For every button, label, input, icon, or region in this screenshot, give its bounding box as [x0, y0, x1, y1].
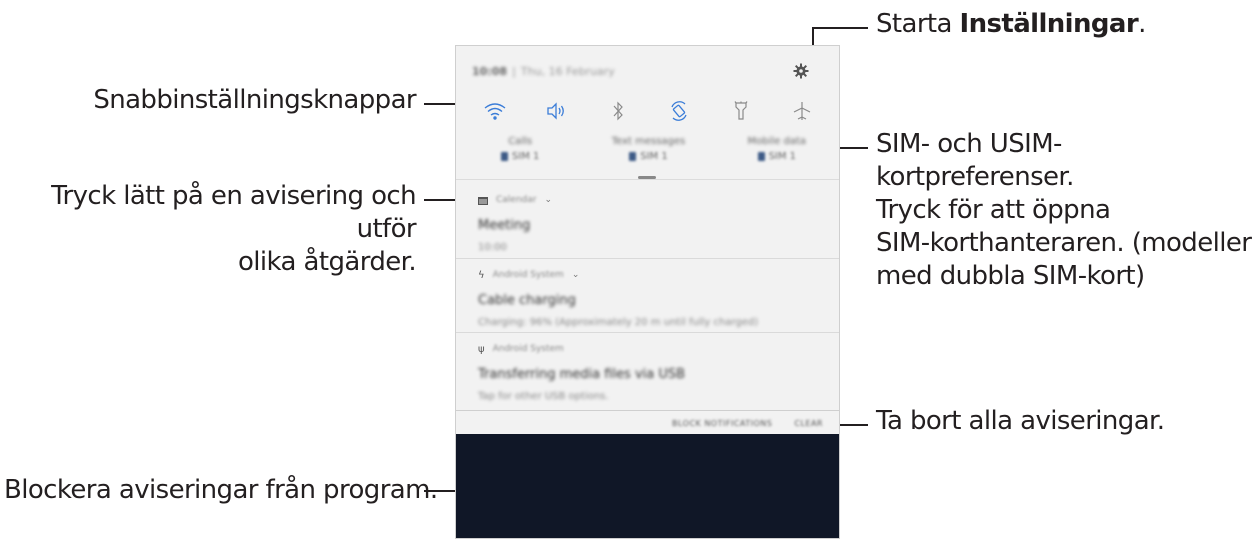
sim-pref-text-messages[interactable]: Text messages SIM 1 [593, 136, 703, 162]
notification-body: Tap for other USB options. [478, 391, 609, 402]
calendar-icon [478, 196, 488, 205]
status-time: 10:08 [472, 65, 508, 78]
tap-notification-callout: Tryck lätt på en avisering och utför oli… [0, 180, 417, 279]
notification-actions-row: BLOCK NOTIFICATIONS CLEAR [456, 411, 839, 435]
airplane-icon[interactable] [787, 96, 817, 126]
notification-app-name: Android System [492, 344, 564, 354]
notification-app-row: Calendar ⌄ [478, 190, 823, 210]
notification-item[interactable]: ϟ Android System ⌄ Cable charging Chargi… [456, 259, 839, 333]
sim-pref-mobile-data[interactable]: Mobile data SIM 1 [722, 136, 832, 162]
sim-card-icon [629, 152, 637, 161]
notification-app-row: ψ Android System [478, 339, 823, 359]
settings-callout: Starta Inställningar. [876, 8, 1146, 41]
quick-settings-row [456, 93, 839, 129]
sim-card-icon [757, 152, 765, 161]
settings-callout-suffix: . [1138, 9, 1146, 39]
notification-title: Meeting [478, 218, 531, 233]
block-callout: Blockera aviseringar från program. [4, 474, 438, 507]
status-row: 10:08 | Thu, 16 February [472, 60, 832, 80]
home-screen-background [456, 434, 839, 538]
sim-pref-value: SIM 1 [500, 151, 540, 162]
sim-pref-value-text: SIM 1 [511, 151, 540, 162]
usb-icon: ψ [478, 343, 485, 355]
notification-app-name: Calendar [496, 195, 537, 205]
status-divider: | [512, 65, 516, 78]
clear-all-callout-text: Ta bort alla aviseringar. [876, 406, 1165, 436]
sim-pref-label: Mobile data [747, 136, 807, 147]
sim-pref-value: SIM 1 [629, 151, 668, 162]
notification-title: Transferring media files via USB [478, 367, 686, 382]
quick-settings-callout: Snabbinställningsknappar [90, 84, 416, 117]
tap-notification-callout-line-2: olika åtgärder. [237, 247, 417, 277]
notification-item[interactable]: Calendar ⌄ Meeting 10:00 [456, 184, 839, 259]
sim-pref-label: Text messages [611, 136, 686, 147]
charging-bolt-icon: ϟ [478, 269, 485, 281]
clear-button[interactable]: CLEAR [794, 419, 823, 428]
notification-panel: 10:08 | Thu, 16 February Calls SIM 1 Tex… [455, 45, 840, 539]
sim-pref-value-text: SIM 1 [768, 151, 797, 162]
chevron-down-icon[interactable]: ⌄ [544, 195, 552, 205]
settings-leader-line [812, 27, 868, 29]
sound-icon[interactable] [541, 96, 571, 126]
bluetooth-icon[interactable] [603, 96, 633, 126]
sim-card-icon [500, 152, 508, 161]
sim-callout-line-4: med dubbla SIM-kort) [876, 261, 1145, 291]
clear-all-callout: Ta bort alla aviseringar. [876, 405, 1165, 438]
block-callout-text: Blockera aviseringar från program. [4, 475, 438, 505]
sim-callout: SIM- och USIM-kortpreferenser. Tryck för… [876, 128, 1256, 293]
notification-body: Charging: 96% (Approximately 20 m until … [478, 317, 759, 328]
notification-app-row: ϟ Android System ⌄ [478, 265, 823, 285]
wifi-icon[interactable] [480, 96, 510, 126]
chevron-down-icon[interactable]: ⌄ [572, 270, 580, 280]
block-notifications-button[interactable]: BLOCK NOTIFICATIONS [672, 419, 772, 428]
notification-list: Calendar ⌄ Meeting 10:00 ϟ Android Syste… [456, 184, 839, 411]
sim-pref-value-text: SIM 1 [640, 151, 668, 162]
drag-handle[interactable] [638, 176, 656, 179]
sim-callout-line-1: SIM- och USIM-kortpreferenser. [876, 129, 1074, 192]
sim-pref-calls[interactable]: Calls SIM 1 [465, 136, 575, 162]
settings-callout-prefix: Starta [876, 9, 960, 39]
notification-item[interactable]: ψ Android System Transferring media file… [456, 333, 839, 411]
tap-notification-callout-line-1: Tryck lätt på en avisering och utför [51, 181, 417, 244]
sim-pref-label: Calls [508, 136, 533, 147]
sim-pref-value: SIM 1 [757, 151, 797, 162]
flashlight-icon[interactable] [726, 96, 756, 126]
sim-preferences-row: Calls SIM 1 Text messages SIM 1 Mobile d… [456, 130, 839, 180]
settings-callout-bold: Inställningar [959, 9, 1139, 39]
status-date: Thu, 16 February [520, 65, 615, 78]
sim-callout-line-3: SIM-korthanteraren. (modeller [876, 228, 1252, 258]
notification-title: Cable charging [478, 293, 576, 308]
settings-gear-icon[interactable] [791, 61, 811, 81]
notification-app-name: Android System [492, 270, 564, 280]
quick-settings-callout-text: Snabbinställningsknappar [93, 85, 416, 115]
notification-body: 10:00 [478, 242, 507, 253]
auto-rotate-icon[interactable] [664, 96, 694, 126]
sim-callout-line-2: Tryck för att öppna [876, 195, 1111, 225]
